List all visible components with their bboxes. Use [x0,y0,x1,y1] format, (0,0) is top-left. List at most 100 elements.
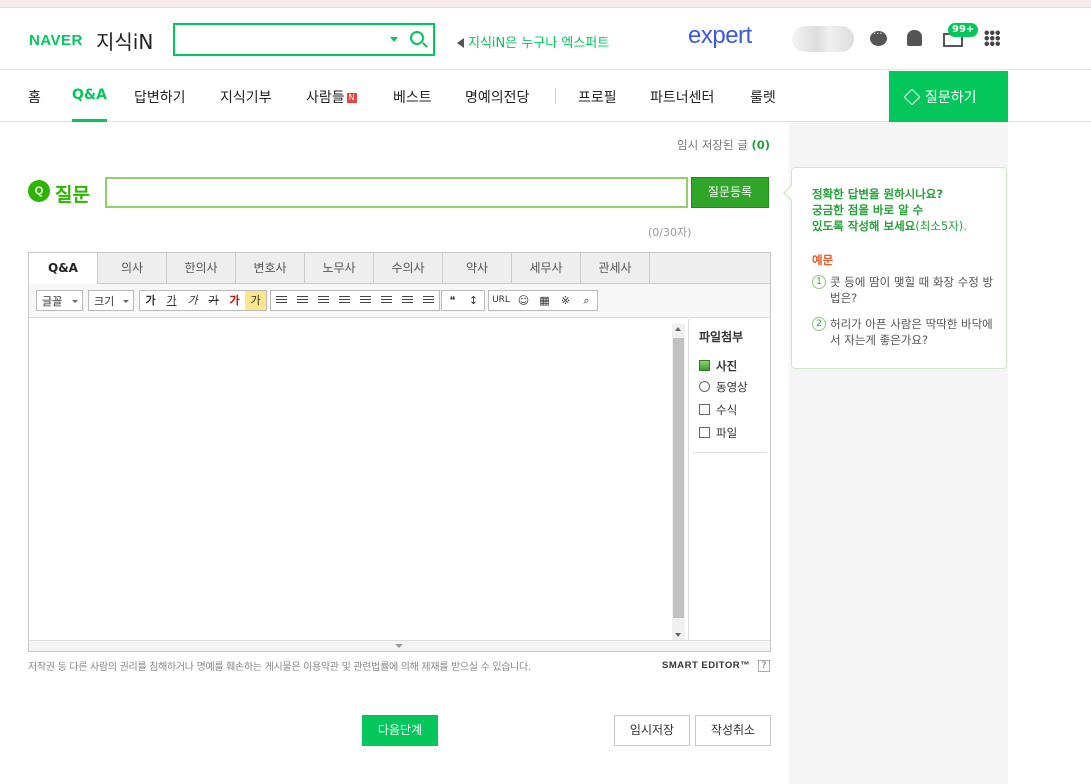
nav-qna[interactable]: Q&A [72,87,107,122]
tab-tax-accountant[interactable]: 세무사 [512,253,581,284]
temp-save-button[interactable]: 임시저장 [614,715,690,746]
nav-hall-of-fame[interactable]: 명예의전당 [465,87,529,107]
scroll-up-icon[interactable] [675,327,681,331]
nav-divider [555,88,556,104]
nav-home[interactable]: 홈 [28,87,41,107]
tab-pharmacist[interactable]: 약사 [443,253,512,284]
question-submit-button[interactable]: 질문등록 [691,177,769,208]
question-label: 질문 [55,184,90,206]
nav-best[interactable]: 베스트 [393,87,432,107]
url-link-button[interactable]: URL [489,291,513,310]
tab-lawyer[interactable]: 변호사 [236,253,305,284]
quote-icon[interactable]: ❝ [442,291,463,310]
nav-partner-center[interactable]: 파트너센터 [650,87,714,107]
insert-group-2: URL ☺ ▦ ※ ⌕ [488,290,598,311]
line-height-icon[interactable]: ↕ [463,291,484,310]
tab-qna[interactable]: Q&A [29,253,98,285]
temp-saved-link[interactable]: 임시 저장된 글 (0) [677,137,770,153]
editor-help-button[interactable]: ? [758,660,770,672]
align-justify-icon[interactable] [334,291,355,310]
attach-video[interactable]: 동영상 [699,379,748,395]
align-center-icon[interactable] [292,291,313,310]
search-icon[interactable] [410,31,424,45]
size-select[interactable]: 크기 [88,290,134,311]
nav-answer[interactable]: 답변하기 [134,87,186,107]
align-right-icon[interactable] [313,291,334,310]
avatar[interactable] [792,26,854,52]
expert-notice-link[interactable]: 지식iN은 누구나 엑스퍼트 [457,32,609,51]
attach-file[interactable]: 파일 [699,425,737,441]
nav-donate[interactable]: 지식기부 [220,87,272,107]
example-label: 예문 [812,253,834,267]
tab-vet[interactable]: 수의사 [374,253,443,284]
insert-group-1: ❝ ↕ [441,290,485,311]
floppy-icon [699,427,710,438]
search-input[interactable] [181,30,381,50]
tab-oriental-doctor[interactable]: 한의사 [167,253,236,284]
next-step-button[interactable]: 다음단계 [362,715,438,746]
find-replace-icon[interactable]: ⌕ [576,291,597,310]
attach-video-label: 동영상 [716,380,748,394]
underline-button[interactable]: 가 [161,291,182,310]
attachment-panel: 파일첨부 사진 동영상 수식 파일 [688,319,770,640]
tab-labor-attorney[interactable]: 노무사 [305,253,374,284]
tip-line-3: 있도록 작성해 보세요 [812,219,916,233]
scroll-down-icon[interactable] [675,633,681,637]
italic-button[interactable]: 가 [182,291,203,310]
question-title-input[interactable] [105,177,688,208]
example-text: 허리가 아픈 사람은 딱딱한 바닥에서 자는게 좋은가요? [830,317,993,347]
smart-editor: Q&A 의사 한의사 변호사 노무사 수의사 약사 세무사 관세사 글꼴 크기 … [28,252,771,652]
new-badge: N [346,93,357,103]
font-color-button[interactable]: 가 [224,291,245,310]
text-format-group: 가 가 가 가 가 가 [139,290,267,311]
bullet-list-icon[interactable] [376,291,397,310]
attach-photo-label: 사진 [716,359,738,373]
bell-icon[interactable] [907,30,922,46]
main-nav: 홈 Q&A 답변하기 지식기부 사람들 N 베스트 명예의전당 프로필 파트너센터… [0,71,1091,122]
ask-question-label: 질문하기 [925,90,977,106]
editor-toolbar: 글꼴 크기 가 가 가 가 가 가 ❝ ↕ URL ☺ ▦ ※ ⌕ [29,284,770,318]
tip-heading: 정확한 답변을 원하시나요? 궁금한 점을 바로 알 수 있도록 작성해 보세요… [812,186,992,234]
attach-photo[interactable]: 사진 [699,358,737,374]
nav-profile[interactable]: 프로필 [578,87,617,107]
indent-icon[interactable] [418,291,439,310]
tip-line-1: 정확한 답변을 원하시나요? [812,187,944,201]
numbered-list-icon[interactable] [355,291,376,310]
tab-customs-broker[interactable]: 관세사 [581,253,650,284]
example-text: 콧 등에 땀이 맺힐 때 화장 수정 방법은? [830,275,994,305]
highlight-button[interactable]: 가 [245,291,266,310]
font-select[interactable]: 글꼴 [36,290,83,311]
editor-content-area[interactable] [29,319,686,640]
outdent-icon[interactable] [397,291,418,310]
special-char-icon[interactable]: ※ [555,291,576,310]
scroll-thumb[interactable] [673,338,684,618]
emoji-icon[interactable]: ☺ [513,291,534,310]
chat-icon[interactable] [870,29,887,46]
bold-button[interactable]: 가 [140,291,161,310]
apps-grid-icon[interactable] [984,30,1000,46]
strikethrough-button[interactable]: 가 [203,291,224,310]
play-icon [699,381,710,392]
attach-formula-label: 수식 [716,403,738,417]
tab-doctor[interactable]: 의사 [98,253,167,284]
nav-people[interactable]: 사람들 N [306,87,357,107]
sigma-icon [699,404,710,415]
speaker-icon [457,38,464,48]
editor-resize-handle[interactable] [29,640,770,651]
copyright-notice: 저작권 등 다른 사람의 권리를 침해하거나 명예를 훼손하는 게시물은 이용약… [28,662,531,673]
attach-file-label: 파일 [716,426,738,440]
kin-logo[interactable]: 지식iN [96,26,153,55]
nav-roulette[interactable]: 룰렛 [750,87,776,107]
align-left-icon[interactable] [271,291,292,310]
cancel-button[interactable]: 작성취소 [695,715,771,746]
table-icon[interactable]: ▦ [534,291,555,310]
ask-question-button[interactable]: 질문하기 [889,71,1008,122]
search-box [173,23,435,56]
attach-formula[interactable]: 수식 [699,402,737,418]
naver-logo[interactable]: NAVER [29,32,83,49]
expert-logo[interactable]: expert [688,22,752,50]
editor-scrollbar[interactable] [672,324,685,640]
mail-count-badge: 99+ [948,23,979,37]
expert-tabs: Q&A 의사 한의사 변호사 노무사 수의사 약사 세무사 관세사 [29,253,770,285]
chevron-down-icon[interactable] [390,37,398,42]
